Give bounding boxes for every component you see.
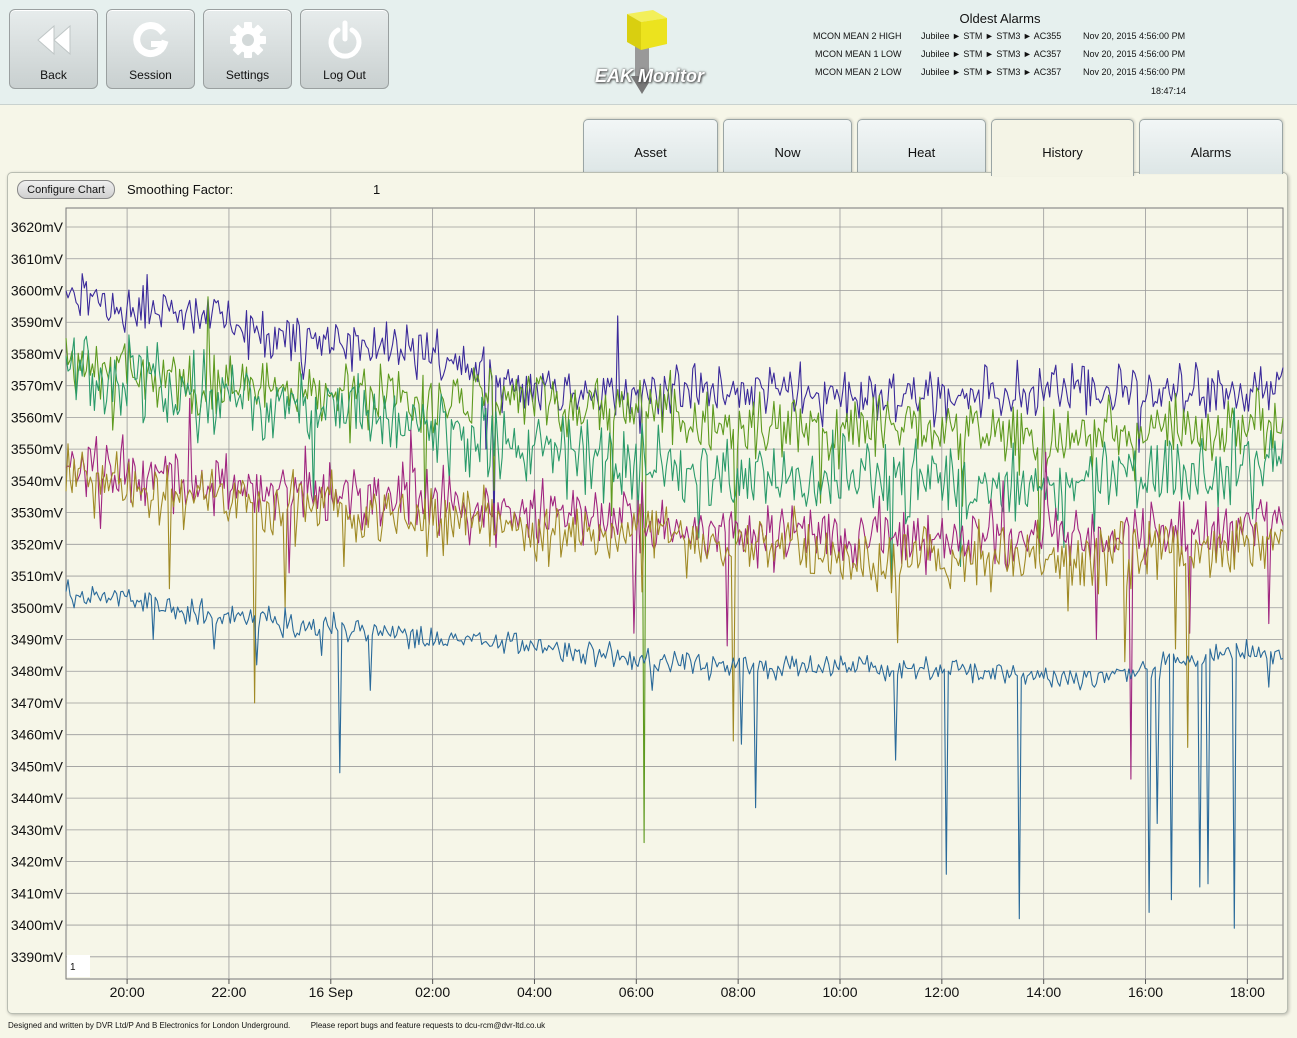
corner-label: 1 [70, 962, 76, 973]
y-tick-label: 3590mV [11, 314, 64, 330]
x-tick-label: 02:00 [415, 984, 450, 1000]
x-tick-label: 08:00 [721, 984, 756, 1000]
alarm-name: MCON MEAN 2 HIGH [813, 31, 902, 41]
logout-label: Log Out [323, 68, 366, 82]
header-bar: Back Session Settings Log Out EAK Monito… [0, 0, 1297, 105]
y-tick-label: 3470mV [11, 695, 64, 711]
y-tick-label: 3550mV [11, 441, 64, 457]
x-tick-label: 10:00 [822, 984, 857, 1000]
settings-button[interactable]: Settings [203, 9, 292, 89]
y-tick-label: 3510mV [11, 568, 64, 584]
alarm-name: MCON MEAN 1 LOW [815, 49, 902, 59]
oldest-alarms-panel: Oldest Alarms MCON MEAN 2 HIGH Jubilee ►… [800, 10, 1200, 100]
logout-button[interactable]: Log Out [300, 9, 389, 89]
y-tick-label: 3580mV [11, 346, 64, 362]
alarm-row[interactable]: MCON MEAN 2 HIGH Jubilee ► STM ► STM3 ► … [800, 31, 1200, 45]
app-logo-text: EAK Monitor [595, 66, 704, 86]
tab-label: History [1042, 145, 1083, 160]
x-tick-label: 14:00 [1026, 984, 1061, 1000]
chart-grid [65, 207, 1284, 980]
tab-label: Asset [634, 145, 667, 160]
y-tick-label: 3500mV [11, 600, 64, 616]
alarm-name: MCON MEAN 2 LOW [815, 67, 902, 77]
session-button[interactable]: Session [106, 9, 195, 89]
smoothing-factor-label: Smoothing Factor: [127, 182, 234, 197]
y-tick-label: 3490mV [11, 632, 64, 648]
y-tick-label: 3540mV [11, 473, 64, 489]
y-tick-label: 3440mV [11, 790, 64, 806]
back-icon [37, 24, 71, 56]
alarm-time: Nov 20, 2015 4:56:00 PM [1083, 49, 1186, 59]
alarm-time: Nov 20, 2015 4:56:00 PM [1083, 67, 1186, 77]
back-button[interactable]: Back [9, 9, 98, 89]
y-tick-label: 3410mV [11, 885, 64, 901]
tab-heat[interactable]: Heat [857, 119, 986, 174]
alarm-row[interactable]: MCON MEAN 2 LOW Jubilee ► STM ► STM3 ► A… [800, 67, 1200, 81]
alarm-time: Nov 20, 2015 4:56:00 PM [1083, 31, 1186, 41]
x-tick-label: 20:00 [110, 984, 145, 1000]
y-tick-label: 3430mV [11, 822, 64, 838]
alarm-path: Jubilee ► STM ► STM3 ► AC357 [921, 49, 1062, 59]
tab-label: Now [774, 145, 801, 160]
x-tick-label: 22:00 [211, 984, 246, 1000]
history-chart[interactable]: 3620mV 3610mV 3600mV 3590mV 3580mV 3570mV 3560… [0, 200, 1297, 1010]
x-tick-label: 18:00 [1230, 984, 1265, 1000]
y-tick-label: 3610mV [11, 251, 64, 267]
current-time: 18:47:14 [1150, 86, 1186, 96]
alarm-path: Jubilee ► STM ► STM3 ► AC355 [921, 31, 1062, 41]
y-tick-label: 3480mV [11, 663, 64, 679]
session-icon [133, 22, 169, 57]
footer: Designed and written by DVR Ltd/P And B … [8, 1021, 545, 1030]
y-tick-label: 3570mV [11, 378, 64, 394]
y-tick-label: 3620mV [11, 219, 64, 235]
back-label: Back [40, 68, 67, 82]
footer-credit: Designed and written by DVR Ltd/P And B … [8, 1021, 291, 1030]
settings-label: Settings [225, 68, 270, 82]
plot-area [65, 207, 1284, 980]
y-tick-label: 3420mV [11, 854, 64, 870]
alarm-row[interactable]: MCON MEAN 1 LOW Jubilee ► STM ► STM3 ► A… [800, 49, 1200, 63]
tab-label: Alarms [1190, 145, 1232, 160]
y-tick-label: 3460mV [11, 727, 64, 743]
y-tick-label: 3450mV [11, 758, 64, 774]
x-tick-label: 16:00 [1128, 984, 1163, 1000]
tab-history[interactable]: History [991, 119, 1134, 176]
y-tick-label: 3600mV [11, 282, 64, 298]
alarm-path: Jubilee ► STM ► STM3 ► AC357 [921, 67, 1062, 77]
y-tick-label: 3560mV [11, 409, 64, 425]
tab-label: Heat [907, 145, 936, 160]
y-tick-label: 3520mV [11, 536, 64, 552]
tab-alarms[interactable]: Alarms [1139, 119, 1283, 174]
tab-now[interactable]: Now [723, 119, 852, 174]
configure-chart-button[interactable]: Configure Chart [17, 180, 115, 199]
footer-report: Please report bugs and feature requests … [310, 1021, 546, 1030]
gear-icon [230, 22, 266, 58]
session-label: Session [129, 68, 172, 82]
y-tick-label: 3390mV [11, 949, 64, 965]
y-tick-label: 3400mV [11, 917, 64, 933]
power-icon [328, 20, 362, 59]
alarms-title: Oldest Alarms [959, 11, 1041, 26]
x-tick-label: 12:00 [924, 984, 959, 1000]
x-tick-label: 06:00 [619, 984, 654, 1000]
app-logo: EAK Monitor [590, 8, 720, 98]
x-tick-label: 16 Sep [309, 984, 354, 1000]
y-tick-label: 3530mV [11, 505, 64, 521]
tab-asset[interactable]: Asset [583, 119, 718, 174]
smoothing-factor-value[interactable]: 1 [373, 182, 380, 197]
x-tick-label: 04:00 [517, 984, 552, 1000]
